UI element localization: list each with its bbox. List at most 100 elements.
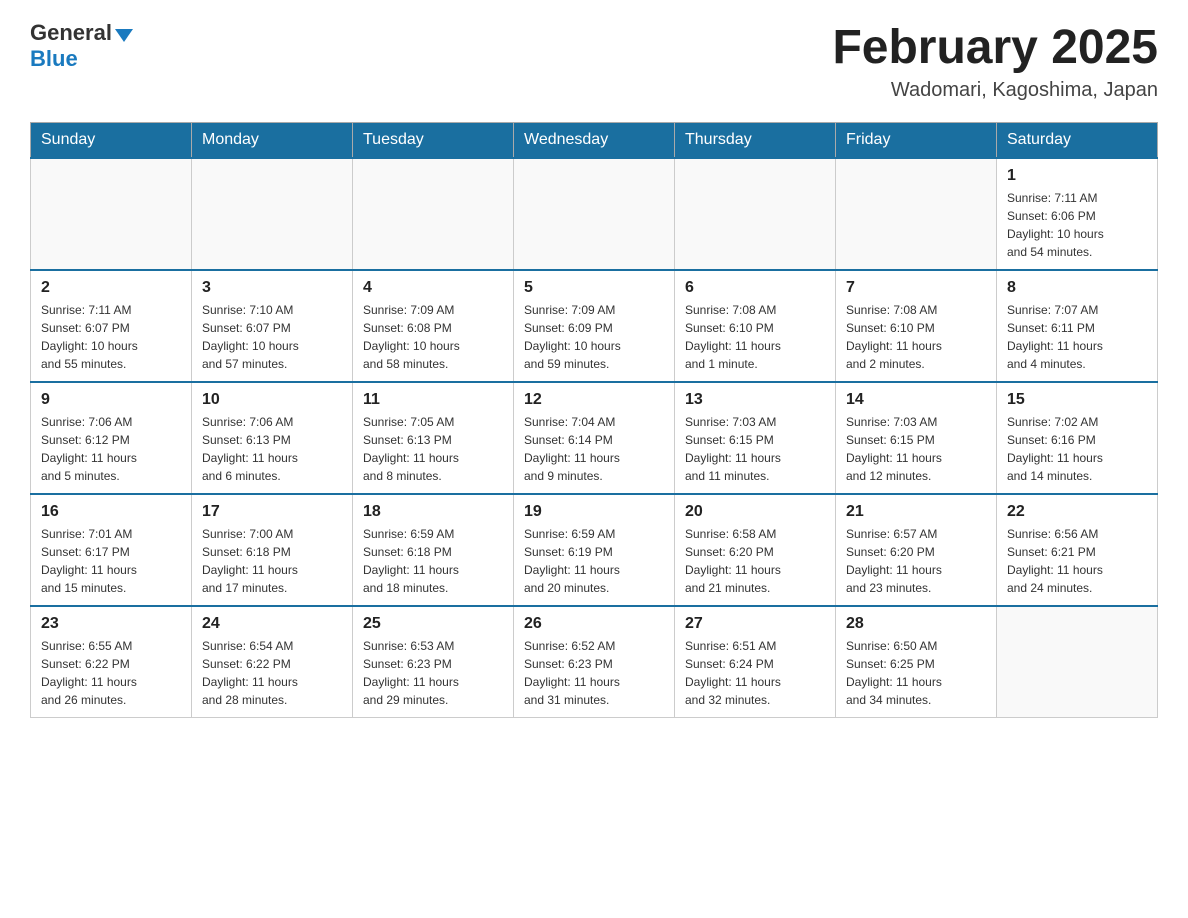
- day-info: Sunrise: 7:09 AMSunset: 6:09 PMDaylight:…: [524, 301, 664, 373]
- week-row-1: 1 Sunrise: 7:11 AMSunset: 6:06 PMDaylight…: [31, 158, 1158, 270]
- calendar-title: February 2025: [832, 20, 1158, 75]
- calendar-cell: [31, 158, 192, 270]
- day-number: 24: [202, 615, 342, 633]
- day-info: Sunrise: 6:57 AMSunset: 6:20 PMDaylight:…: [846, 525, 986, 597]
- day-info: Sunrise: 6:55 AMSunset: 6:22 PMDaylight:…: [41, 637, 181, 709]
- day-number: 28: [846, 615, 986, 633]
- logo-triangle-icon: [115, 29, 133, 42]
- calendar-cell: 27 Sunrise: 6:51 AMSunset: 6:24 PMDayligh…: [675, 606, 836, 718]
- calendar-cell: 18 Sunrise: 6:59 AMSunset: 6:18 PMDayligh…: [353, 494, 514, 606]
- calendar-cell: 11 Sunrise: 7:05 AMSunset: 6:13 PMDayligh…: [353, 382, 514, 494]
- day-number: 2: [41, 279, 181, 297]
- calendar-cell: [997, 606, 1158, 718]
- day-info: Sunrise: 6:51 AMSunset: 6:24 PMDaylight:…: [685, 637, 825, 709]
- calendar-cell: [836, 158, 997, 270]
- day-info: Sunrise: 6:58 AMSunset: 6:20 PMDaylight:…: [685, 525, 825, 597]
- logo-blue: Blue: [30, 46, 78, 72]
- day-info: Sunrise: 7:04 AMSunset: 6:14 PMDaylight:…: [524, 413, 664, 485]
- weekday-header-row: SundayMondayTuesdayWednesdayThursdayFrid…: [31, 123, 1158, 159]
- calendar-cell: 1 Sunrise: 7:11 AMSunset: 6:06 PMDaylight…: [997, 158, 1158, 270]
- calendar-cell: 21 Sunrise: 6:57 AMSunset: 6:20 PMDayligh…: [836, 494, 997, 606]
- day-number: 27: [685, 615, 825, 633]
- calendar-cell: 15Sunrise: 7:02 AMSunset: 6:16 PMDayligh…: [997, 382, 1158, 494]
- day-info: Sunrise: 7:08 AMSunset: 6:10 PMDaylight:…: [846, 301, 986, 373]
- day-number: 9: [41, 391, 181, 409]
- calendar-cell: 6 Sunrise: 7:08 AMSunset: 6:10 PMDaylight…: [675, 270, 836, 382]
- weekday-header-monday: Monday: [192, 123, 353, 159]
- calendar-cell: 17 Sunrise: 7:00 AMSunset: 6:18 PMDayligh…: [192, 494, 353, 606]
- calendar-cell: 20Sunrise: 6:58 AMSunset: 6:20 PMDayligh…: [675, 494, 836, 606]
- week-row-4: 16 Sunrise: 7:01 AMSunset: 6:17 PMDayligh…: [31, 494, 1158, 606]
- weekday-header-sunday: Sunday: [31, 123, 192, 159]
- calendar-cell: 28 Sunrise: 6:50 AMSunset: 6:25 PMDayligh…: [836, 606, 997, 718]
- day-info: Sunrise: 7:06 AMSunset: 6:13 PMDaylight:…: [202, 413, 342, 485]
- weekday-header-saturday: Saturday: [997, 123, 1158, 159]
- day-info: Sunrise: 7:08 AMSunset: 6:10 PMDaylight:…: [685, 301, 825, 373]
- day-info: Sunrise: 7:11 AMSunset: 6:06 PMDaylight:…: [1007, 189, 1147, 261]
- day-number: 21: [846, 503, 986, 521]
- day-number: 17: [202, 503, 342, 521]
- day-info: Sunrise: 6:54 AMSunset: 6:22 PMDaylight:…: [202, 637, 342, 709]
- day-number: 18: [363, 503, 503, 521]
- calendar-table: SundayMondayTuesdayWednesdayThursdayFrid…: [30, 122, 1158, 718]
- calendar-cell: 3Sunrise: 7:10 AMSunset: 6:07 PMDaylight…: [192, 270, 353, 382]
- calendar-cell: 13 Sunrise: 7:03 AMSunset: 6:15 PMDayligh…: [675, 382, 836, 494]
- calendar-cell: 7Sunrise: 7:08 AMSunset: 6:10 PMDaylight…: [836, 270, 997, 382]
- day-info: Sunrise: 7:01 AMSunset: 6:17 PMDaylight:…: [41, 525, 181, 597]
- day-info: Sunrise: 6:59 AMSunset: 6:19 PMDaylight:…: [524, 525, 664, 597]
- day-number: 10: [202, 391, 342, 409]
- day-info: Sunrise: 6:59 AMSunset: 6:18 PMDaylight:…: [363, 525, 503, 597]
- calendar-cell: 24 Sunrise: 6:54 AMSunset: 6:22 PMDayligh…: [192, 606, 353, 718]
- week-row-3: 9Sunrise: 7:06 AMSunset: 6:12 PMDaylight…: [31, 382, 1158, 494]
- calendar-cell: 16 Sunrise: 7:01 AMSunset: 6:17 PMDayligh…: [31, 494, 192, 606]
- calendar-cell: 5 Sunrise: 7:09 AMSunset: 6:09 PMDaylight…: [514, 270, 675, 382]
- day-number: 25: [363, 615, 503, 633]
- day-number: 11: [363, 391, 503, 409]
- week-row-5: 23 Sunrise: 6:55 AMSunset: 6:22 PMDayligh…: [31, 606, 1158, 718]
- day-info: Sunrise: 7:05 AMSunset: 6:13 PMDaylight:…: [363, 413, 503, 485]
- calendar-cell: [353, 158, 514, 270]
- day-number: 1: [1007, 167, 1147, 185]
- week-row-2: 2Sunrise: 7:11 AMSunset: 6:07 PMDaylight…: [31, 270, 1158, 382]
- day-number: 4: [363, 279, 503, 297]
- day-number: 6: [685, 279, 825, 297]
- logo-general: General: [30, 20, 112, 46]
- location: Wadomari, Kagoshima, Japan: [832, 79, 1158, 102]
- day-info: Sunrise: 7:00 AMSunset: 6:18 PMDaylight:…: [202, 525, 342, 597]
- day-number: 12: [524, 391, 664, 409]
- weekday-header-thursday: Thursday: [675, 123, 836, 159]
- calendar-cell: [675, 158, 836, 270]
- day-info: Sunrise: 6:52 AMSunset: 6:23 PMDaylight:…: [524, 637, 664, 709]
- day-info: Sunrise: 7:09 AMSunset: 6:08 PMDaylight:…: [363, 301, 503, 373]
- day-number: 14: [846, 391, 986, 409]
- day-info: Sunrise: 6:53 AMSunset: 6:23 PMDaylight:…: [363, 637, 503, 709]
- day-number: 5: [524, 279, 664, 297]
- day-number: 22: [1007, 503, 1147, 521]
- day-info: Sunrise: 7:07 AMSunset: 6:11 PMDaylight:…: [1007, 301, 1147, 373]
- calendar-cell: 14Sunrise: 7:03 AMSunset: 6:15 PMDayligh…: [836, 382, 997, 494]
- day-number: 19: [524, 503, 664, 521]
- day-number: 26: [524, 615, 664, 633]
- calendar-cell: 4 Sunrise: 7:09 AMSunset: 6:08 PMDaylight…: [353, 270, 514, 382]
- calendar-cell: 8 Sunrise: 7:07 AMSunset: 6:11 PMDaylight…: [997, 270, 1158, 382]
- calendar-cell: [514, 158, 675, 270]
- calendar-cell: 22 Sunrise: 6:56 AMSunset: 6:21 PMDayligh…: [997, 494, 1158, 606]
- calendar-cell: 2Sunrise: 7:11 AMSunset: 6:07 PMDaylight…: [31, 270, 192, 382]
- weekday-header-friday: Friday: [836, 123, 997, 159]
- calendar-cell: 19 Sunrise: 6:59 AMSunset: 6:19 PMDayligh…: [514, 494, 675, 606]
- calendar-cell: 26 Sunrise: 6:52 AMSunset: 6:23 PMDayligh…: [514, 606, 675, 718]
- calendar-cell: [192, 158, 353, 270]
- day-info: Sunrise: 7:02 AMSunset: 6:16 PMDaylight:…: [1007, 413, 1147, 485]
- day-info: Sunrise: 6:50 AMSunset: 6:25 PMDaylight:…: [846, 637, 986, 709]
- day-info: Sunrise: 7:03 AMSunset: 6:15 PMDaylight:…: [685, 413, 825, 485]
- day-number: 23: [41, 615, 181, 633]
- day-info: Sunrise: 6:56 AMSunset: 6:21 PMDaylight:…: [1007, 525, 1147, 597]
- title-section: February 2025 Wadomari, Kagoshima, Japan: [832, 20, 1158, 102]
- logo: General Blue: [30, 20, 133, 72]
- calendar-cell: 10 Sunrise: 7:06 AMSunset: 6:13 PMDayligh…: [192, 382, 353, 494]
- calendar-cell: 23 Sunrise: 6:55 AMSunset: 6:22 PMDayligh…: [31, 606, 192, 718]
- day-number: 8: [1007, 279, 1147, 297]
- calendar-cell: 12 Sunrise: 7:04 AMSunset: 6:14 PMDayligh…: [514, 382, 675, 494]
- day-number: 16: [41, 503, 181, 521]
- day-number: 13: [685, 391, 825, 409]
